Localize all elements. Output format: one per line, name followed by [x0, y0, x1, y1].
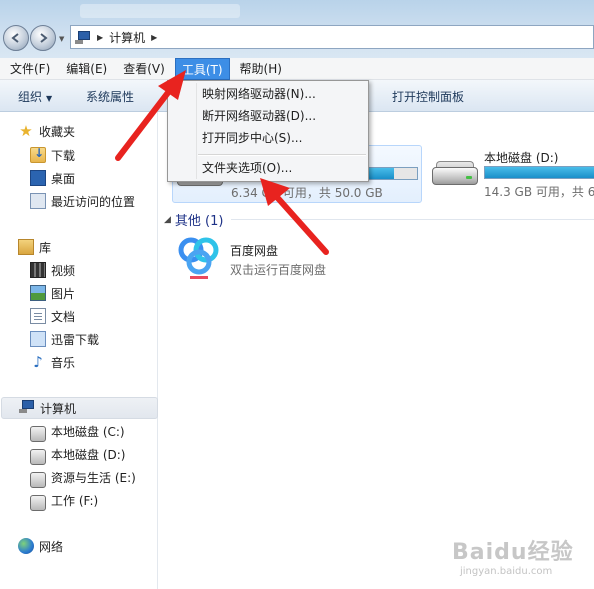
sidebar-item-label: 视频 — [51, 263, 76, 278]
watermark-url-text: jingyan.baidu.com — [460, 566, 553, 577]
drive-d-usage-bar — [484, 166, 594, 179]
organize-button[interactable]: 组织 ▼ — [18, 88, 52, 105]
sidebar-item-label: 图片 — [51, 286, 76, 301]
baidu-jingyan-watermark: Baidu经验 jingyan.baidu.com — [452, 526, 592, 586]
hard-disk-icon — [432, 159, 478, 189]
star-icon: ★ — [19, 122, 33, 140]
menubar: 文件(F) 编辑(E) 查看(V) 工具(T) 帮助(H) — [0, 57, 594, 80]
group-header-other[interactable]: ◢ 其他 (1) — [164, 210, 594, 229]
network-globe-icon — [18, 538, 34, 554]
music-note-icon: ♪ — [33, 353, 43, 371]
sidebar-item-label: 计算机 — [40, 401, 77, 416]
expand-triangle-icon[interactable]: ◢ — [164, 215, 171, 225]
group-divider — [231, 219, 594, 220]
sidebar-item-label: 文档 — [51, 309, 76, 324]
documents-library-icon — [30, 308, 46, 324]
video-library-icon — [30, 262, 46, 278]
sidebar-favorites[interactable]: ★ 收藏夹 — [18, 120, 175, 142]
group-title: 其他 (1) — [174, 214, 224, 229]
xunlei-library-icon — [30, 331, 46, 347]
sidebar-item-label: 下载 — [51, 148, 76, 163]
breadcrumb-separator-icon[interactable]: ▶ — [97, 33, 103, 42]
menu-item-map-network-drive[interactable]: 映射网络驱动器(N)... — [202, 84, 316, 104]
sidebar-item-label: 网络 — [39, 539, 64, 554]
menu-icon-gutter — [196, 83, 197, 179]
organize-label: 组织 — [18, 90, 43, 104]
back-button[interactable] — [3, 25, 29, 51]
menu-item-folder-options[interactable]: 文件夹选项(O)... — [202, 158, 292, 178]
hard-disk-icon — [30, 471, 46, 488]
forward-arrow-icon — [40, 33, 48, 43]
sidebar-item-label: 最近访问的位置 — [51, 194, 136, 209]
baidu-netdisk-icon[interactable] — [178, 236, 220, 282]
chevron-down-icon: ▼ — [46, 94, 53, 103]
sidebar-item-label: 资源与生活 (E:) — [51, 470, 136, 485]
address-bar[interactable]: ▶ 计算机 ▶ — [70, 25, 594, 49]
baidu-netdisk-name[interactable]: 百度网盘 — [230, 242, 278, 259]
menu-separator — [198, 154, 366, 155]
pictures-library-icon — [30, 285, 46, 301]
sidebar-item-label: 库 — [39, 240, 52, 255]
baidu-netdisk-desc: 双击运行百度网盘 — [230, 263, 327, 277]
back-arrow-icon — [11, 33, 19, 43]
library-icon — [18, 239, 34, 255]
computer-icon — [19, 400, 35, 416]
menu-help[interactable]: 帮助(H) — [234, 58, 288, 80]
menu-tools[interactable]: 工具(T) — [174, 57, 230, 80]
sidebar-item-label: 本地磁盘 (C:) — [51, 424, 125, 439]
forward-button[interactable] — [30, 25, 56, 51]
content-pane: 6.34 GB 可用，共 50.0 GB 本地磁盘 (D:) 14.3 GB 可… — [158, 112, 594, 589]
sidebar-item-label: 迅雷下载 — [51, 332, 100, 347]
drive-d-size-text: 14.3 GB 可用，共 6 — [484, 185, 594, 199]
navigation-pane: ★ 收藏夹 下载 桌面 最近访问的位置 库 视频 图片 文档 迅雷下载 ♪ 音乐… — [0, 112, 158, 589]
sidebar-item-label: 工作 (F:) — [51, 493, 99, 508]
menu-item-disconnect-network-drive[interactable]: 断开网络驱动器(D)... — [202, 106, 316, 126]
recent-places-icon — [30, 193, 46, 209]
open-control-panel-button[interactable]: 打开控制面板 — [392, 88, 464, 105]
menu-file[interactable]: 文件(F) — [4, 58, 56, 80]
sidebar-item-label: 收藏夹 — [39, 124, 76, 139]
watermark-main-text: Baidu经验 — [452, 540, 574, 565]
hard-disk-icon — [30, 448, 46, 465]
breadcrumb-computer[interactable]: 计算机 — [109, 29, 145, 46]
system-properties-button[interactable]: 系统属性 — [86, 88, 134, 105]
tools-menu-dropdown: 映射网络驱动器(N)... 断开网络驱动器(D)... 打开同步中心(S)...… — [167, 80, 369, 182]
downloads-folder-icon — [30, 146, 46, 163]
sidebar-item-label: 音乐 — [51, 355, 76, 370]
window-titlebar: ▼ ▶ 计算机 ▶ — [0, 0, 594, 58]
menu-view[interactable]: 查看(V) — [117, 58, 171, 80]
hard-disk-icon — [30, 494, 46, 511]
computer-icon — [75, 30, 91, 44]
breadcrumb-separator-icon[interactable]: ▶ — [151, 33, 157, 42]
drive-d-name: 本地磁盘 (D:) — [484, 151, 559, 165]
blurred-window-title — [80, 4, 240, 18]
hard-disk-icon — [30, 425, 46, 442]
drive-d-usage-fill — [485, 167, 594, 178]
sidebar-item-label: 桌面 — [51, 171, 76, 186]
menu-edit[interactable]: 编辑(E) — [60, 58, 113, 80]
sidebar-libraries[interactable]: 库 — [18, 236, 175, 258]
sidebar-computer[interactable]: 计算机 — [1, 397, 158, 419]
sidebar-item-label: 本地磁盘 (D:) — [51, 447, 126, 462]
menu-item-open-sync-center[interactable]: 打开同步中心(S)... — [202, 128, 302, 148]
drive-tile-d[interactable]: 本地磁盘 (D:) 14.3 GB 可用，共 6 — [428, 145, 594, 203]
recent-pages-dropdown[interactable]: ▼ — [59, 35, 64, 43]
sidebar-network[interactable]: 网络 — [18, 535, 175, 557]
drive-c-size-text: 6.34 GB 可用，共 50.0 GB — [231, 186, 383, 200]
desktop-icon — [30, 170, 46, 186]
